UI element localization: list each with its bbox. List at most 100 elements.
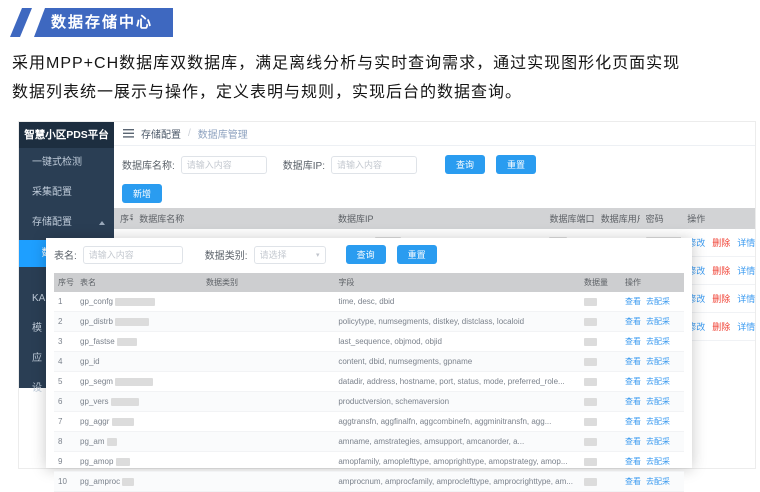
catalog-table-header-row: 序号 表名 数据类别 字段 数据量 操作 xyxy=(54,273,684,292)
banner-stripe-decoration xyxy=(10,8,32,37)
data-type-cell xyxy=(202,432,334,452)
delete-link[interactable]: 删除 xyxy=(712,266,730,276)
redacted-value xyxy=(584,298,597,306)
table-name-cell: pg_amop xyxy=(76,452,202,472)
sidebar-item-label: KA xyxy=(32,293,45,304)
col-header: 数据库IP xyxy=(332,208,544,229)
intro-line-1: 采用MPP+CH数据库双数据库，满足离线分析与实时查询需求，通过实现图形化页面实… xyxy=(12,49,758,78)
fields-cell: policytype, numsegments, distkey, distcl… xyxy=(334,312,580,332)
db-search-button[interactable]: 查询 xyxy=(445,155,485,174)
table-name-cell: gp_fastse xyxy=(76,332,202,352)
data-type-cell xyxy=(202,472,334,492)
add-row: 新增 xyxy=(114,179,755,208)
collect-config-link[interactable]: 去配采 xyxy=(646,357,670,366)
data-type-cell xyxy=(202,452,334,472)
data-type-cell xyxy=(202,392,334,412)
view-link[interactable]: 查看 xyxy=(625,297,641,306)
view-link[interactable]: 查看 xyxy=(625,437,641,446)
overlay-search-button[interactable]: 查询 xyxy=(346,245,386,264)
detail-link[interactable]: 详情 xyxy=(737,238,755,248)
fields-cell: productversion, schemaversion xyxy=(334,392,580,412)
redacted-value xyxy=(584,438,597,446)
delete-link[interactable]: 删除 xyxy=(712,294,730,304)
sidebar-item-label: 采集配置 xyxy=(32,187,72,198)
collect-config-link[interactable]: 去配采 xyxy=(646,377,670,386)
intro-paragraph: 采用MPP+CH数据库双数据库，满足离线分析与实时查询需求，通过实现图形化页面实… xyxy=(12,49,758,107)
page: 数据存储中心 采用MPP+CH数据库双数据库，满足离线分析与实时查询需求，通过实… xyxy=(0,0,760,470)
col-header: 表名 xyxy=(76,273,202,292)
overlay-reset-button[interactable]: 重置 xyxy=(397,245,437,264)
view-link[interactable]: 查看 xyxy=(625,457,641,466)
redacted-value xyxy=(584,318,597,326)
redacted-value xyxy=(112,418,134,426)
col-header: 数据库端口 xyxy=(543,208,594,229)
actions-cell: 查看去配采 xyxy=(621,392,684,412)
data-type-cell xyxy=(202,372,334,392)
col-header: 序号 xyxy=(54,273,76,292)
redacted-value xyxy=(584,338,597,346)
collect-config-link[interactable]: 去配采 xyxy=(646,457,670,466)
collect-config-link[interactable]: 去配采 xyxy=(646,417,670,426)
data-volume-cell xyxy=(580,312,621,332)
view-link[interactable]: 查看 xyxy=(625,337,641,346)
redacted-value xyxy=(122,478,134,486)
redacted-value xyxy=(111,398,139,406)
db-reset-button[interactable]: 重置 xyxy=(496,155,536,174)
redacted-value xyxy=(584,478,597,486)
sidebar-item-one-key-detect[interactable]: 一键式检测 xyxy=(19,148,114,178)
overlay-search-form: 表名: 数据类别: 请选择 ▾ 查询 重置 xyxy=(54,245,684,264)
actions-cell: 查看去配采 xyxy=(621,432,684,452)
table-name-input[interactable] xyxy=(83,246,183,264)
detail-link[interactable]: 详情 xyxy=(737,266,755,276)
view-link[interactable]: 查看 xyxy=(625,357,641,366)
sidebar-item-label: 存储配置 xyxy=(32,217,72,228)
actions-cell: 查看去配采 xyxy=(621,452,684,472)
select-placeholder: 请选择 xyxy=(260,248,287,261)
view-link[interactable]: 查看 xyxy=(625,417,641,426)
data-type-cell xyxy=(202,332,334,352)
view-link[interactable]: 查看 xyxy=(625,317,641,326)
table-name-cell: gp_confg xyxy=(76,292,202,312)
row-index: 1 xyxy=(54,292,76,312)
fields-cell: amprocnum, amprocfamily, amproclefttype,… xyxy=(334,472,580,492)
view-link[interactable]: 查看 xyxy=(625,477,641,486)
detail-link[interactable]: 详情 xyxy=(737,322,755,332)
collect-config-link[interactable]: 去配采 xyxy=(646,437,670,446)
data-type-label: 数据类别: xyxy=(205,247,248,262)
add-database-button[interactable]: 新增 xyxy=(122,184,162,203)
collect-config-link[interactable]: 去配采 xyxy=(646,297,670,306)
sidebar-item-storage-config[interactable]: 存储配置 xyxy=(19,208,114,238)
breadcrumb-section[interactable]: 存储配置 xyxy=(141,126,181,141)
actions-cell: 查看去配采 xyxy=(621,332,684,352)
row-index: 4 xyxy=(54,352,76,372)
col-header: 数据库名称 xyxy=(133,208,332,229)
view-link[interactable]: 查看 xyxy=(625,397,641,406)
hamburger-menu-icon[interactable] xyxy=(123,125,134,143)
data-type-cell xyxy=(202,312,334,332)
view-link[interactable]: 查看 xyxy=(625,377,641,386)
chevron-down-icon: ▾ xyxy=(316,251,320,259)
collect-config-link[interactable]: 去配采 xyxy=(646,397,670,406)
delete-link[interactable]: 删除 xyxy=(712,322,730,332)
detail-link[interactable]: 详情 xyxy=(737,294,755,304)
actions-cell: 查看去配采 xyxy=(621,312,684,332)
db-search-form: 数据库名称: 数据库IP: 查询 重置 xyxy=(114,146,755,179)
db-name-input[interactable] xyxy=(181,156,267,174)
actions-cell: 查看去配采 xyxy=(621,472,684,492)
collect-config-link[interactable]: 去配采 xyxy=(646,337,670,346)
section-banner: 数据存储中心 xyxy=(10,8,173,37)
intro-line-2: 数据列表统一展示与操作，定义表明与规则，实现后台的数据查询。 xyxy=(12,78,758,107)
col-header: 操作 xyxy=(681,208,755,229)
data-type-select[interactable]: 请选择 ▾ xyxy=(254,246,326,264)
topbar: 存储配置 / 数据库管理 xyxy=(114,122,755,146)
redacted-value xyxy=(107,438,117,446)
collect-config-link[interactable]: 去配采 xyxy=(646,477,670,486)
data-volume-cell xyxy=(580,412,621,432)
col-header: 数据量 xyxy=(580,273,621,292)
collect-config-link[interactable]: 去配采 xyxy=(646,317,670,326)
sidebar-item-collect-config[interactable]: 采集配置 xyxy=(19,178,114,208)
table-name-cell: pg_am xyxy=(76,432,202,452)
delete-link[interactable]: 删除 xyxy=(712,238,730,248)
db-ip-input[interactable] xyxy=(331,156,417,174)
table-row: 8pg_am amname, amstrategies, amsupport, … xyxy=(54,432,684,452)
